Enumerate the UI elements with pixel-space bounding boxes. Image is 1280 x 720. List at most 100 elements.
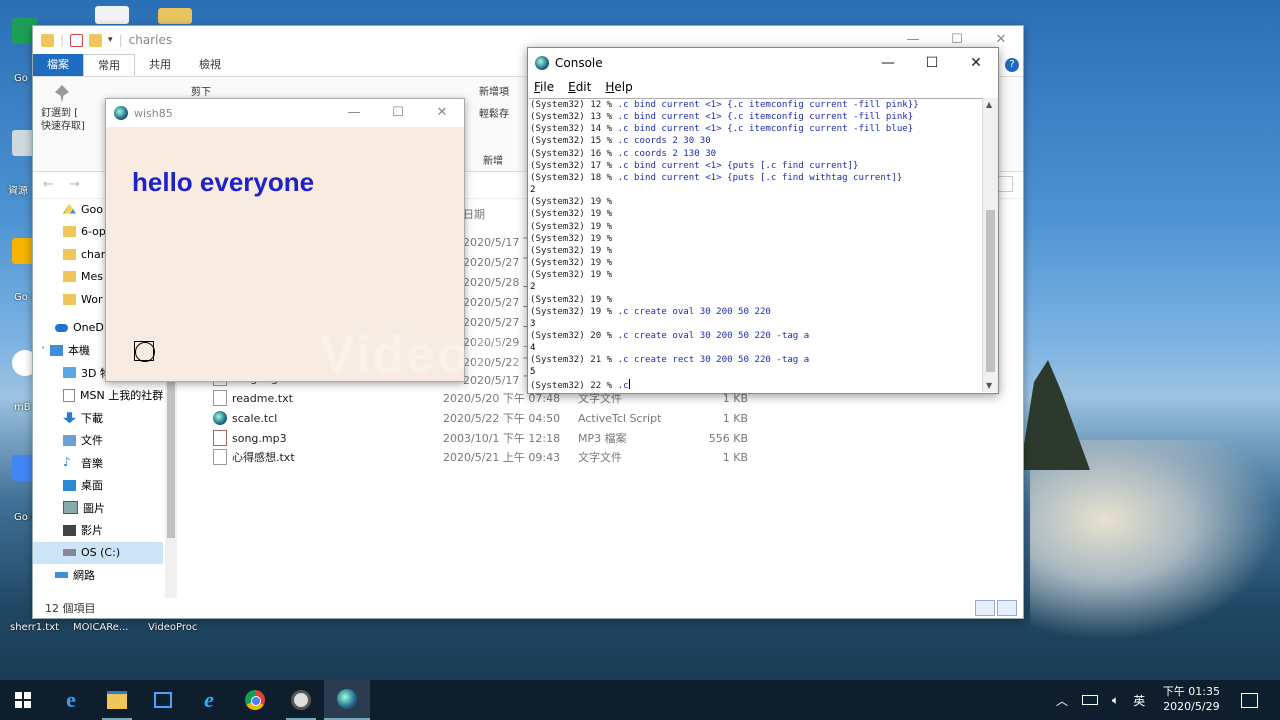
input-method-indicator[interactable]: 英 — [1133, 692, 1145, 709]
console-output: 3 — [530, 318, 536, 329]
desktop-label-moicare[interactable]: MOICARe... — [73, 622, 128, 633]
window-title: Console — [555, 56, 603, 70]
scroll-down-arrow-icon[interactable]: ▼ — [986, 381, 992, 390]
maximize-button[interactable]: ☐ — [376, 99, 420, 127]
details-view-button[interactable] — [975, 600, 995, 616]
menu-help[interactable]: Help — [605, 80, 632, 94]
close-button[interactable]: ✕ — [954, 48, 998, 78]
console-prompt: (System32) 19 % — [530, 245, 613, 256]
speaker-icon[interactable]: 🔈︎ — [1112, 693, 1119, 708]
taskbar-clock[interactable]: 下午 01:35 2020/5/29 — [1163, 684, 1220, 714]
console-output: 2 — [530, 185, 536, 196]
taskbar: e e ︿ 🔈︎ 英 下午 01:35 2020/5/29 — [0, 680, 1280, 720]
console-scrollbar[interactable]: ▲ ▼ — [982, 98, 998, 392]
back-arrow-icon[interactable]: ← — [43, 177, 54, 192]
easy-access-button[interactable]: 輕鬆存 — [479, 105, 509, 120]
notification-center-button[interactable] — [1226, 680, 1272, 720]
taskbar-app-button[interactable] — [140, 680, 186, 720]
console-command: .c — [617, 380, 629, 391]
desktop-file-icon[interactable] — [95, 6, 129, 24]
large-icons-view-button[interactable] — [997, 600, 1017, 616]
folder-icon — [63, 271, 76, 283]
taskbar-chrome-button[interactable] — [232, 680, 278, 720]
console-prompt: (System32) 12 % — [530, 100, 618, 110]
window-app-icon — [154, 692, 172, 708]
console-prompt: (System32) 19 % — [530, 233, 613, 244]
nav-item-network[interactable]: 網路 — [33, 568, 163, 582]
desktop-label-docs: Go Da — [14, 512, 34, 523]
nav-item-videos[interactable]: 影片 — [33, 519, 163, 542]
nav-item-msn[interactable]: MSN 上我的社群 — [33, 384, 163, 407]
nav-item-documents[interactable]: 文件 — [33, 429, 163, 452]
console-prompt: (System32) 16 % — [530, 148, 618, 159]
taskbar-ie-button[interactable]: e — [186, 680, 232, 720]
console-text-area[interactable]: (System32) 12 % .c bind current <1> {.c … — [529, 98, 983, 391]
battery-icon[interactable] — [1082, 695, 1099, 705]
console-prompt: (System32) 19 % — [530, 197, 613, 208]
console-prompt: (System32) 19 % — [530, 258, 613, 269]
chevron-down-icon[interactable]: ˅ — [41, 346, 45, 355]
forward-arrow-icon[interactable]: → — [69, 177, 80, 192]
console-prompt: (System32) 15 % — [530, 136, 618, 147]
taskbar-explorer-button[interactable] — [94, 680, 140, 720]
chevron-up-icon[interactable]: ︿ — [1056, 692, 1068, 709]
minimize-button[interactable]: — — [332, 99, 376, 127]
wish-window-controls: — ☐ ✕ — [332, 99, 464, 127]
console-line: (System32) 19 % — [530, 294, 983, 306]
desktop-label-videoproc[interactable]: VideoProc — [148, 622, 197, 633]
chevron-down-icon[interactable]: ▾ — [108, 35, 113, 45]
pin-to-quick-access-button[interactable]: 釘選到 [ 快速存取] — [41, 107, 91, 133]
console-command: .c bind current <1> {.c itemconfig curre… — [617, 100, 919, 110]
close-button[interactable]: ✕ — [420, 99, 464, 127]
table-row[interactable]: scale.tcl 2020/5/22 下午 04:50 ActiveTcl S… — [213, 408, 748, 428]
chrome-icon — [245, 690, 265, 710]
file-date: 2020/5/21 上午 09:43 — [443, 451, 561, 464]
nav-item-os-drive[interactable]: OS (C:) — [33, 541, 163, 564]
text-file-icon — [213, 449, 227, 465]
console-prompt: (System32) 21 % — [530, 355, 618, 366]
console-line: (System32) 14 % .c bind current <1> {.c … — [530, 123, 983, 135]
nav-item-desktop[interactable]: 桌面 — [33, 474, 163, 497]
table-row[interactable]: song.mp3 2003/10/1 下午 12:18 MP3 檔案 556 K… — [213, 428, 748, 448]
table-row[interactable]: 心得感想.txt 2020/5/21 上午 09:43 文字文件 1 KB — [213, 447, 748, 467]
file-date: 2020/5/22 下午 04:50 — [443, 412, 561, 425]
file-type: ActiveTcl Script — [578, 411, 662, 425]
help-icon[interactable]: ? — [1005, 58, 1019, 72]
console-command: .c coords 2 130 30 — [617, 148, 717, 159]
nav-item-downloads[interactable]: 下載 — [33, 407, 163, 430]
canvas-oval-item[interactable] — [135, 342, 155, 362]
console-scroll-thumb[interactable] — [986, 210, 995, 372]
search-box-edge[interactable] — [997, 176, 1013, 192]
desktop-label-sherr1[interactable]: sherr1.txt — [10, 622, 59, 633]
menu-edit[interactable]: Edit — [568, 80, 591, 94]
menu-file[interactable]: File — [534, 80, 554, 94]
start-button[interactable] — [0, 680, 46, 720]
maximize-button[interactable]: ☐ — [910, 48, 954, 78]
tab-file[interactable]: 檔案 — [33, 54, 83, 76]
console-line: (System32) 12 % .c bind current <1> {.c … — [530, 99, 983, 111]
taskbar-edge-button[interactable]: e — [48, 680, 94, 720]
cut-button[interactable]: 剪下 — [191, 83, 211, 98]
minimize-button[interactable]: — — [866, 48, 910, 78]
column-header-date[interactable]: 日期 — [463, 206, 485, 222]
console-line: (System32) 19 % — [530, 245, 983, 257]
canvas-text-item[interactable]: hello everyone — [132, 167, 314, 198]
taskbar-videoproc-button[interactable] — [278, 680, 324, 720]
console-line: (System32) 19 % — [530, 196, 983, 208]
taskbar-wish-button[interactable] — [324, 680, 370, 720]
new-folder-icon[interactable] — [89, 33, 103, 47]
nav-item-pictures[interactable]: 圖片 — [33, 497, 163, 520]
document-icon — [63, 434, 76, 446]
pin-icon[interactable] — [55, 85, 69, 103]
tab-share[interactable]: 共用 — [135, 54, 185, 76]
properties-check-icon[interactable] — [70, 33, 84, 47]
tab-home[interactable]: 常用 — [83, 54, 135, 76]
system-tray: ︿ 🔈︎ 英 — [1056, 680, 1145, 720]
desktop-folder-icon[interactable] — [158, 8, 192, 24]
scroll-up-arrow-icon[interactable]: ▲ — [986, 100, 992, 109]
tab-view[interactable]: 檢視 — [185, 54, 235, 76]
file-type: MP3 檔案 — [578, 432, 627, 445]
nav-item-music[interactable]: ♪ 音樂 — [33, 452, 163, 475]
console-output: 5 — [530, 367, 536, 378]
new-item-button[interactable]: 新增項 — [479, 83, 509, 98]
